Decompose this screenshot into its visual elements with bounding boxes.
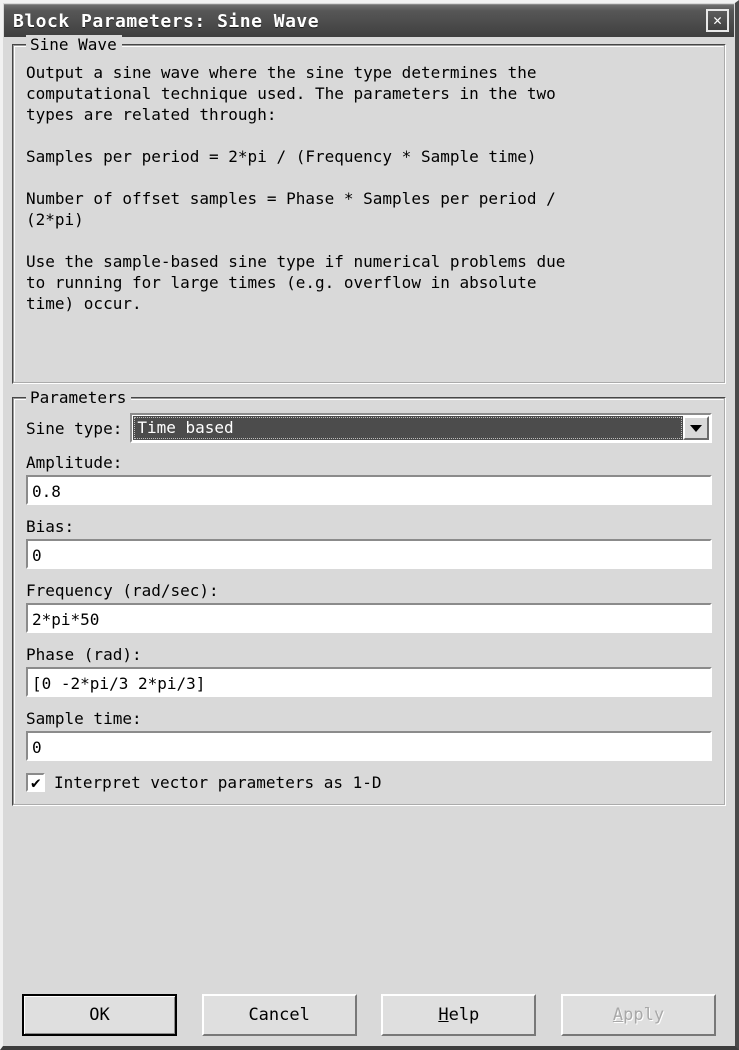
interpret-vector-row[interactable]: ✔ Interpret vector parameters as 1-D <box>26 773 712 792</box>
bias-label: Bias: <box>26 517 712 536</box>
amplitude-label: Amplitude: <box>26 453 712 472</box>
cancel-button[interactable]: Cancel <box>202 994 357 1036</box>
window-title: Block Parameters: Sine Wave <box>4 11 319 32</box>
block-parameters-dialog: Block Parameters: Sine Wave ✕ Sine Wave … <box>0 0 739 1050</box>
sine-wave-description-group: Sine Wave Output a sine wave where the s… <box>12 44 726 384</box>
apply-rest: pply <box>623 1005 664 1025</box>
bias-input[interactable]: 0 <box>26 539 712 569</box>
dialog-body: Sine Wave Output a sine wave where the s… <box>3 37 735 806</box>
amplitude-input[interactable]: 0.8 <box>26 475 712 505</box>
apply-accel: A <box>613 1005 623 1025</box>
dialog-button-bar: OK Cancel Help Apply <box>12 994 726 1036</box>
parameters-group: Parameters Sine type: Time based Amplitu… <box>12 397 726 806</box>
phase-label: Phase (rad): <box>26 645 712 664</box>
sample-time-label: Sample time: <box>26 709 712 728</box>
sine-type-row: Sine type: Time based <box>26 413 712 443</box>
apply-button[interactable]: Apply <box>561 994 716 1036</box>
close-icon[interactable]: ✕ <box>706 9 729 32</box>
check-icon: ✔ <box>31 773 41 792</box>
frequency-label: Frequency (rad/sec): <box>26 581 712 600</box>
sine-type-label: Sine type: <box>26 419 122 438</box>
chevron-down-icon[interactable] <box>683 416 709 440</box>
sine-type-value: Time based <box>133 416 683 440</box>
interpret-vector-checkbox[interactable]: ✔ <box>26 773 45 792</box>
phase-input[interactable]: [0 -2*pi/3 2*pi/3] <box>26 667 712 697</box>
interpret-vector-label: Interpret vector parameters as 1-D <box>54 773 382 792</box>
chevron-down-glyph <box>690 425 702 432</box>
sample-time-input[interactable]: 0 <box>26 731 712 761</box>
description-text: Output a sine wave where the sine type d… <box>26 62 712 314</box>
ok-button[interactable]: OK <box>22 994 177 1036</box>
help-rest: elp <box>449 1005 480 1025</box>
title-bar[interactable]: Block Parameters: Sine Wave ✕ <box>4 4 734 37</box>
help-accel: H <box>438 1005 448 1025</box>
help-button[interactable]: Help <box>381 994 536 1036</box>
frequency-input[interactable]: 2*pi*50 <box>26 603 712 633</box>
sine-type-select[interactable]: Time based <box>130 413 712 443</box>
description-group-title: Sine Wave <box>26 35 122 54</box>
parameters-group-title: Parameters <box>26 388 131 407</box>
